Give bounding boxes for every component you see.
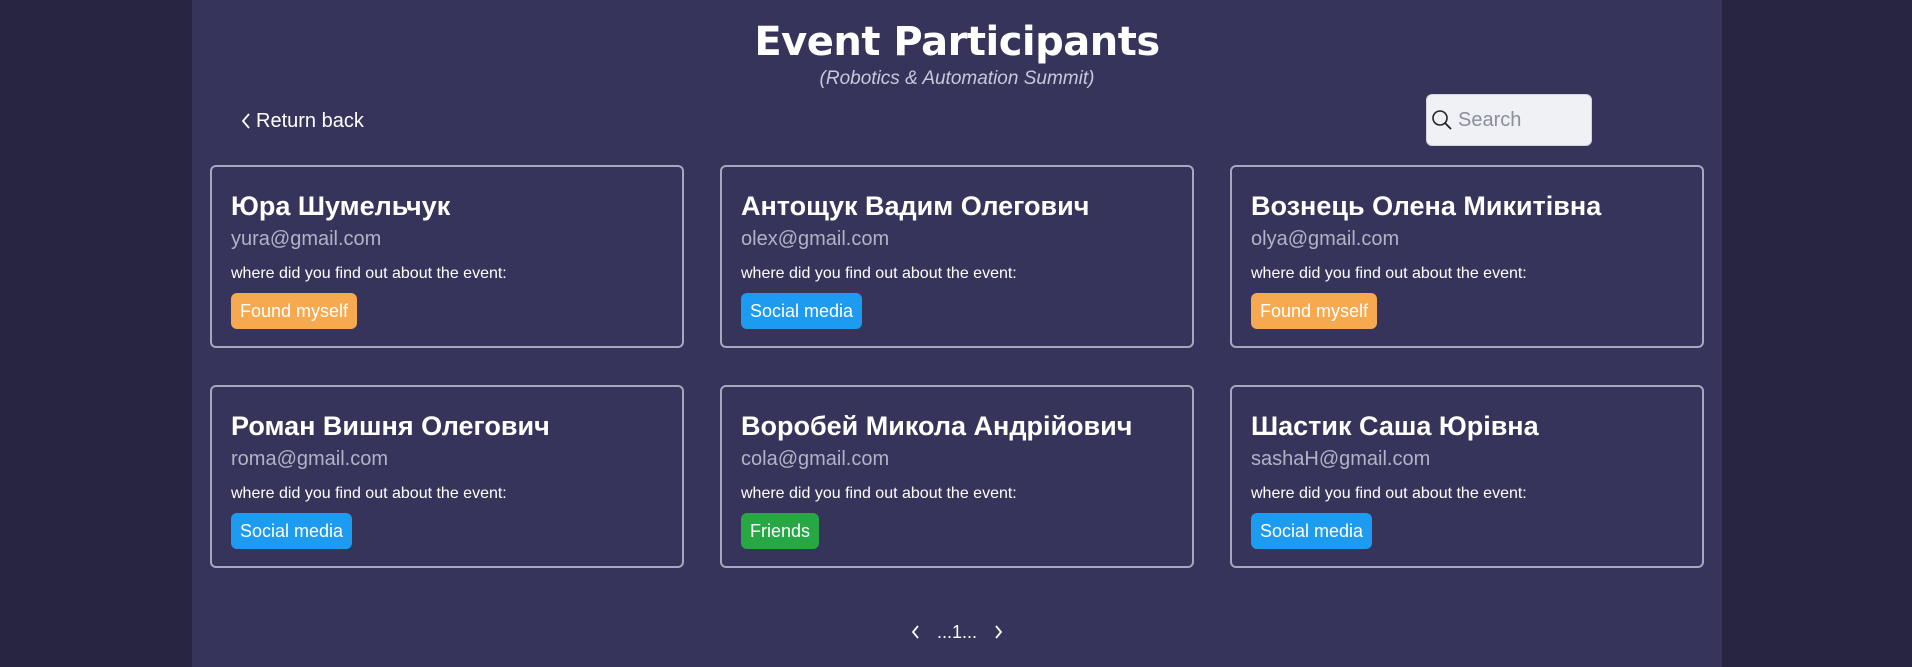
source-question: where did you find out about the event: <box>231 485 507 502</box>
chevron-right-icon <box>995 625 1003 639</box>
participant-email: roma@gmail.com <box>231 448 389 470</box>
participant-card: Шастик Саша Юрівна sashaH@gmail.com wher… <box>1230 385 1704 568</box>
participant-email: sashaH@gmail.com <box>1251 448 1431 470</box>
source-question: where did you find out about the event: <box>741 265 1017 282</box>
participant-card: Антощук Вадим Олегович olex@gmail.com wh… <box>720 165 1194 348</box>
return-back-link[interactable]: Return back <box>241 108 364 134</box>
participant-card: Юра Шумельчук yura@gmail.com where did y… <box>210 165 684 348</box>
source-badge: Found myself <box>1251 293 1378 329</box>
source-badge: Social media <box>741 293 863 329</box>
participant-name: Антощук Вадим Олегович <box>741 191 1090 221</box>
search-input[interactable] <box>1456 107 1590 133</box>
participant-name: Юра Шумельчук <box>231 191 451 221</box>
source-badge: Friends <box>741 513 820 549</box>
chevron-left-icon <box>241 113 250 129</box>
participant-email: yura@gmail.com <box>231 228 382 250</box>
source-question: where did you find out about the event: <box>231 265 507 282</box>
participant-card: Роман Вишня Олегович roma@gmail.com wher… <box>210 385 684 568</box>
main-panel: Event Participants (Robotics & Automatio… <box>192 0 1722 667</box>
source-badge: Social media <box>1251 513 1373 549</box>
participant-name: Шастик Саша Юрівна <box>1251 411 1539 441</box>
source-question: where did you find out about the event: <box>1251 485 1527 502</box>
participant-email: olya@gmail.com <box>1251 228 1400 250</box>
participant-name: Воробей Микола Андрійович <box>741 411 1133 441</box>
participant-name: Роман Вишня Олегович <box>231 411 550 441</box>
participant-name: Вознець Олена Микитівна <box>1251 191 1602 221</box>
search-icon <box>1432 110 1452 130</box>
next-page-button[interactable] <box>993 625 1003 639</box>
search-box[interactable] <box>1426 94 1592 146</box>
pagination: ...1... <box>192 620 1722 644</box>
source-badge: Found myself <box>231 293 358 329</box>
source-badge: Social media <box>231 513 353 549</box>
chevron-left-icon <box>911 625 919 639</box>
event-subtitle: (Robotics & Automation Summit) <box>819 68 1095 89</box>
participant-email: cola@gmail.com <box>741 448 890 470</box>
prev-page-button[interactable] <box>911 625 921 639</box>
page-title: Event Participants <box>754 19 1160 65</box>
participant-card: Воробей Микола Андрійович cola@gmail.com… <box>720 385 1194 568</box>
source-question: where did you find out about the event: <box>741 485 1017 502</box>
participant-email: olex@gmail.com <box>741 228 890 250</box>
source-question: where did you find out about the event: <box>1251 265 1527 282</box>
participant-card: Вознець Олена Микитівна olya@gmail.com w… <box>1230 165 1704 348</box>
return-back-label: Return back <box>256 110 364 132</box>
page-indicator: ...1... <box>936 622 978 642</box>
